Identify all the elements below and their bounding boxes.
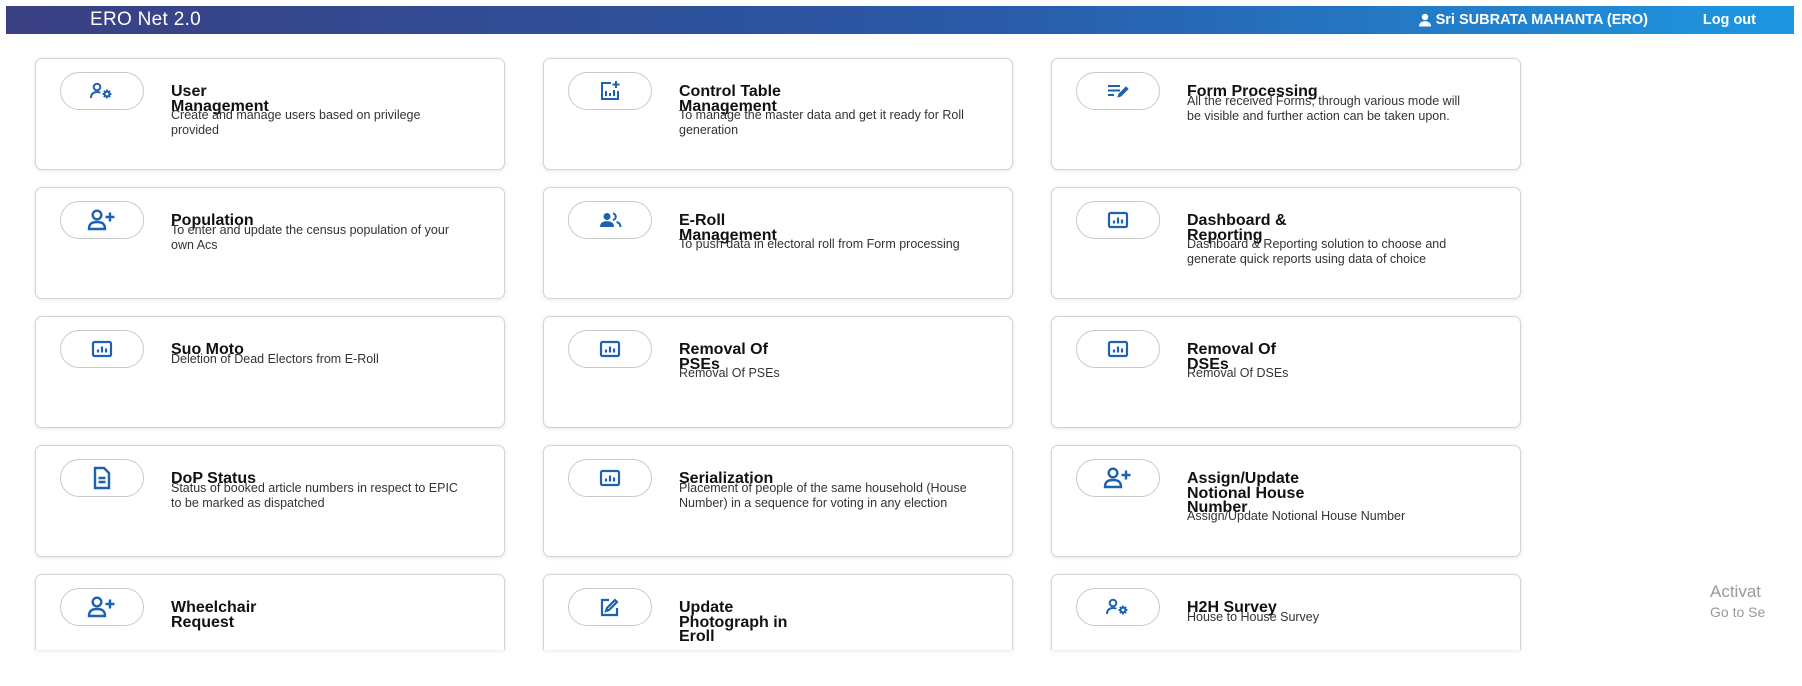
users-gear-icon	[1106, 598, 1128, 615]
card-title: Update Photograph in Eroll	[679, 599, 788, 645]
card-description: Dashboard & Reporting solution to choose…	[1187, 237, 1447, 266]
card-title: Wheelchair Request	[171, 599, 257, 631]
card-description: Assign/Update Notional House Number	[1187, 509, 1406, 523]
card-dashboard-reporting[interactable]: Dashboard & Reporting Dashboard & Report…	[1051, 187, 1521, 299]
icon-pill	[60, 330, 144, 368]
icon-pill	[568, 201, 652, 239]
icon-pill	[568, 72, 652, 110]
card-description: Removal Of DSEs	[1187, 366, 1289, 380]
card-update-photograph-in-eroll[interactable]: Update Photograph in Eroll	[543, 574, 1013, 650]
card-description: Deletion of Dead Electors from E-Roll	[171, 352, 379, 366]
card-removal-of-pses[interactable]: Removal Of PSEs Removal Of PSEs	[543, 316, 1013, 428]
card-user-management[interactable]: User Management Create and manage users …	[35, 58, 505, 170]
bar-chart-icon	[1107, 340, 1129, 358]
card-form-processing[interactable]: Form Processing All the received Forms, …	[1051, 58, 1521, 170]
card-description: Create and manage users based on privile…	[171, 108, 421, 137]
icon-pill	[60, 72, 144, 110]
card-description: House to House Survey	[1187, 610, 1320, 624]
module-grid: User Management Create and manage users …	[35, 58, 1521, 686]
watermark-line-2: Go to Se	[1710, 604, 1766, 620]
card-dop-status[interactable]: DoP Status Status of booked article numb…	[35, 445, 505, 557]
user-info[interactable]: Sri SUBRATA MAHANTA (ERO)	[1418, 12, 1648, 28]
icon-pill	[1076, 330, 1160, 368]
icon-pill	[1076, 201, 1160, 239]
bar-chart-icon	[599, 340, 621, 358]
card-description: Removal Of PSEs	[679, 366, 780, 380]
icon-pill	[1076, 72, 1160, 110]
card-assign-update-notional-house-number[interactable]: Assign/Update Notional House Number Assi…	[1051, 445, 1521, 557]
card-description: To push data in electoral roll from Form…	[679, 237, 960, 251]
card-population[interactable]: Population To enter and update the censu…	[35, 187, 505, 299]
app-title: ERO Net 2.0	[90, 9, 202, 30]
card-wheelchair-request[interactable]: Wheelchair Request	[35, 574, 505, 650]
person-add-icon	[1103, 467, 1131, 489]
photo-edit-icon	[600, 598, 619, 617]
icon-pill	[60, 459, 144, 497]
icon-pill	[1076, 459, 1160, 497]
person-add-icon	[87, 596, 115, 618]
chart-add-icon	[601, 81, 620, 100]
document-icon	[93, 466, 111, 490]
person-add-icon	[87, 209, 115, 231]
card-e-roll-management[interactable]: E-Roll Management To push data in electo…	[543, 187, 1013, 299]
card-description: All the received Forms, through various …	[1187, 94, 1461, 123]
icon-pill	[60, 201, 144, 239]
card-removal-of-dses[interactable]: Removal Of DSEs Removal Of DSEs	[1051, 316, 1521, 428]
card-description: To enter and update the census populatio…	[171, 223, 449, 252]
bar-chart-icon	[1107, 211, 1129, 229]
card-serialization[interactable]: Serialization Placement of people of the…	[543, 445, 1013, 557]
bar-chart-icon	[91, 340, 113, 358]
logout-link[interactable]: Log out	[1703, 12, 1756, 28]
windows-activation-watermark: Activat Go to Se	[1710, 582, 1765, 620]
card-description: Placement of people of the same househol…	[679, 481, 967, 510]
icon-pill	[568, 588, 652, 626]
users-gear-icon	[90, 82, 112, 99]
watermark-line-1: Activat	[1710, 582, 1762, 601]
user-name: Sri SUBRATA MAHANTA (ERO)	[1435, 12, 1648, 28]
icon-pill	[60, 588, 144, 626]
bar-chart-icon	[599, 469, 621, 487]
card-control-table-management[interactable]: Control Table Management To manage the m…	[543, 58, 1013, 170]
user-icon	[1418, 13, 1431, 27]
card-suo-moto[interactable]: Suo Moto Deletion of Dead Electors from …	[35, 316, 505, 428]
group-icon	[600, 212, 622, 228]
icon-pill	[568, 459, 652, 497]
icon-pill	[568, 330, 652, 368]
card-description: Status of booked article numbers in resp…	[171, 481, 458, 510]
card-h2h-survey[interactable]: H2H Survey House to House Survey	[1051, 574, 1521, 650]
top-nav-bar: ERO Net 2.0 Sri SUBRATA MAHANTA (ERO) Lo…	[6, 6, 1794, 34]
card-description: To manage the master data and get it rea…	[679, 108, 964, 137]
icon-pill	[1076, 588, 1160, 626]
edit-lines-icon	[1108, 85, 1129, 98]
